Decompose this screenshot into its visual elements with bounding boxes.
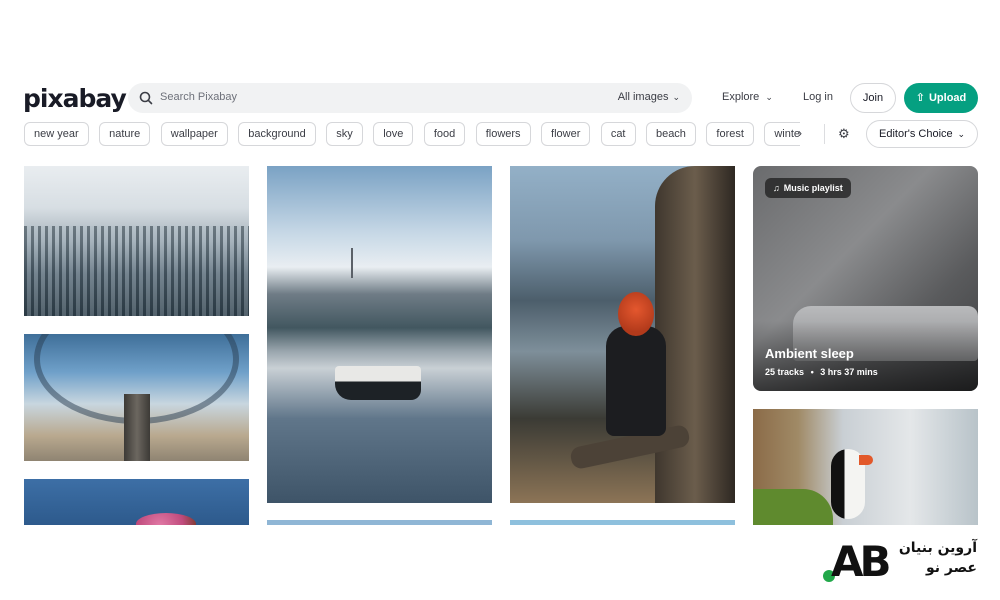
playlist-meta: 25 tracks • 3 hrs 37 mins xyxy=(765,367,878,377)
upload-button[interactable]: ⇧ Upload xyxy=(904,83,978,113)
search-icon xyxy=(139,91,153,105)
upload-label: Upload xyxy=(928,92,967,104)
chevron-down-icon: ⌄ xyxy=(672,92,680,102)
image-partial[interactable] xyxy=(267,520,492,525)
explore-label: Explore xyxy=(722,91,760,103)
image-puffins[interactable] xyxy=(753,409,978,525)
tag-chip[interactable]: flower xyxy=(541,122,591,146)
header: pixabay Search Pixabay All images ⌄ Explo… xyxy=(0,80,1000,118)
image-detail xyxy=(124,394,150,461)
sort-label: Editor's Choice xyxy=(879,128,953,140)
image-flowers[interactable] xyxy=(24,479,249,525)
join-button[interactable]: Join xyxy=(850,83,896,113)
playlist-title: Ambient sleep xyxy=(765,346,854,361)
watermark-logo: AB xyxy=(831,537,891,586)
tag-chip[interactable]: food xyxy=(423,122,466,146)
image-detail xyxy=(606,326,666,436)
explore-menu[interactable]: Explore ⌄ xyxy=(722,91,773,103)
chevron-down-icon: ⌄ xyxy=(765,92,773,102)
image-detail xyxy=(753,489,833,525)
search-input[interactable]: Search Pixabay xyxy=(160,91,237,103)
image-woman-guitar[interactable] xyxy=(510,166,735,503)
playlist-badge-label: Music playlist xyxy=(783,183,843,193)
tag-list: new year nature wallpaper background sky… xyxy=(24,122,800,146)
playlist-badge: ♫ Music playlist xyxy=(765,178,851,198)
image-detail xyxy=(351,248,353,278)
pixabay-logo[interactable]: pixabay xyxy=(23,84,127,113)
image-detail xyxy=(136,513,196,525)
search-bar[interactable]: Search Pixabay All images ⌄ xyxy=(128,83,692,113)
tag-chip[interactable]: background xyxy=(238,122,316,146)
media-type-dropdown[interactable]: All images ⌄ xyxy=(618,91,680,103)
tag-chip[interactable]: flowers xyxy=(475,122,531,146)
tag-chip[interactable]: new year xyxy=(24,122,89,146)
image-detail xyxy=(618,292,654,336)
upload-icon: ⇧ xyxy=(915,92,925,104)
chevron-down-icon: ⌄ xyxy=(957,129,965,139)
watermark: AB آروین بنیان عصر نو xyxy=(823,538,983,588)
login-link[interactable]: Log in xyxy=(803,91,833,103)
track-count: 25 tracks xyxy=(765,367,805,377)
tag-chip[interactable]: forest xyxy=(706,122,754,146)
watermark-line2: عصر نو xyxy=(926,560,977,576)
image-detail xyxy=(335,366,421,400)
tag-chip[interactable]: wallpaper xyxy=(160,122,228,146)
image-detail xyxy=(655,166,735,503)
music-note-icon: ♫ xyxy=(773,183,780,193)
watermark-line1: آروین بنیان xyxy=(898,540,977,556)
playlist-duration: 3 hrs 37 mins xyxy=(820,367,878,377)
chevron-right-icon[interactable]: › xyxy=(798,126,802,140)
image-boat-harbor[interactable] xyxy=(267,166,492,503)
image-train-station[interactable] xyxy=(24,334,249,461)
tag-chip[interactable]: winter xyxy=(764,122,800,146)
divider xyxy=(824,124,825,144)
tag-chip[interactable]: sky xyxy=(326,122,363,146)
music-playlist-card[interactable]: ♫ Music playlist Ambient sleep 25 tracks … xyxy=(753,166,978,391)
image-partial[interactable] xyxy=(510,520,735,525)
tag-chip[interactable]: cat xyxy=(600,122,636,146)
separator-dot: • xyxy=(810,367,814,377)
media-type-label: All images xyxy=(617,91,669,103)
image-detail xyxy=(859,455,873,465)
sort-dropdown[interactable]: Editor's Choice ⌄ xyxy=(866,120,978,148)
tag-chip[interactable]: nature xyxy=(99,122,151,146)
tag-chip[interactable]: beach xyxy=(645,122,696,146)
image-detail xyxy=(24,226,249,316)
gear-icon[interactable]: ⚙ xyxy=(838,126,850,142)
tag-chip[interactable]: love xyxy=(373,122,414,146)
image-snowy-forest[interactable] xyxy=(24,166,249,316)
